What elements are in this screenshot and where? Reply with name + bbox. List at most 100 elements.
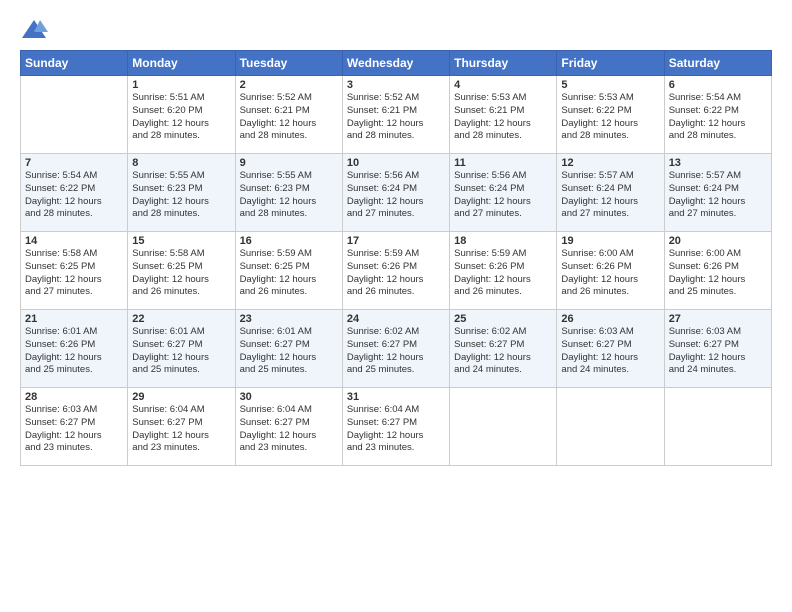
day-content: Sunrise: 6:01 AMSunset: 6:26 PMDaylight:… (25, 326, 123, 377)
header (20, 18, 772, 42)
day-number: 26 (561, 313, 659, 325)
calendar-cell: 30Sunrise: 6:04 AMSunset: 6:27 PMDayligh… (235, 388, 342, 466)
calendar-cell: 21Sunrise: 6:01 AMSunset: 6:26 PMDayligh… (21, 310, 128, 388)
day-number: 12 (561, 157, 659, 169)
day-content: Sunrise: 5:53 AMSunset: 6:22 PMDaylight:… (561, 92, 659, 143)
calendar-cell: 15Sunrise: 5:58 AMSunset: 6:25 PMDayligh… (128, 232, 235, 310)
day-content: Sunrise: 5:56 AMSunset: 6:24 PMDaylight:… (454, 170, 552, 221)
calendar-cell: 11Sunrise: 5:56 AMSunset: 6:24 PMDayligh… (450, 154, 557, 232)
logo-icon (20, 18, 48, 42)
day-content: Sunrise: 6:03 AMSunset: 6:27 PMDaylight:… (25, 404, 123, 455)
day-content: Sunrise: 5:55 AMSunset: 6:23 PMDaylight:… (240, 170, 338, 221)
calendar-cell: 23Sunrise: 6:01 AMSunset: 6:27 PMDayligh… (235, 310, 342, 388)
day-content: Sunrise: 6:03 AMSunset: 6:27 PMDaylight:… (561, 326, 659, 377)
day-content: Sunrise: 5:57 AMSunset: 6:24 PMDaylight:… (561, 170, 659, 221)
day-number: 24 (347, 313, 445, 325)
day-content: Sunrise: 6:04 AMSunset: 6:27 PMDaylight:… (240, 404, 338, 455)
calendar-cell: 4Sunrise: 5:53 AMSunset: 6:21 PMDaylight… (450, 76, 557, 154)
day-number: 14 (25, 235, 123, 247)
day-number: 3 (347, 79, 445, 91)
day-number: 10 (347, 157, 445, 169)
day-content: Sunrise: 5:53 AMSunset: 6:21 PMDaylight:… (454, 92, 552, 143)
calendar-cell: 31Sunrise: 6:04 AMSunset: 6:27 PMDayligh… (342, 388, 449, 466)
day-number: 6 (669, 79, 767, 91)
calendar-table: SundayMondayTuesdayWednesdayThursdayFrid… (20, 50, 772, 466)
day-number: 27 (669, 313, 767, 325)
calendar-cell: 25Sunrise: 6:02 AMSunset: 6:27 PMDayligh… (450, 310, 557, 388)
calendar-cell: 26Sunrise: 6:03 AMSunset: 6:27 PMDayligh… (557, 310, 664, 388)
day-content: Sunrise: 5:58 AMSunset: 6:25 PMDaylight:… (25, 248, 123, 299)
column-header-tuesday: Tuesday (235, 51, 342, 76)
page-container: SundayMondayTuesdayWednesdayThursdayFrid… (0, 0, 792, 476)
column-header-thursday: Thursday (450, 51, 557, 76)
calendar-week-2: 7Sunrise: 5:54 AMSunset: 6:22 PMDaylight… (21, 154, 772, 232)
day-number: 21 (25, 313, 123, 325)
day-content: Sunrise: 6:03 AMSunset: 6:27 PMDaylight:… (669, 326, 767, 377)
day-number: 30 (240, 391, 338, 403)
day-content: Sunrise: 6:02 AMSunset: 6:27 PMDaylight:… (454, 326, 552, 377)
day-content: Sunrise: 6:04 AMSunset: 6:27 PMDaylight:… (347, 404, 445, 455)
day-content: Sunrise: 6:02 AMSunset: 6:27 PMDaylight:… (347, 326, 445, 377)
calendar-cell: 19Sunrise: 6:00 AMSunset: 6:26 PMDayligh… (557, 232, 664, 310)
calendar-cell: 7Sunrise: 5:54 AMSunset: 6:22 PMDaylight… (21, 154, 128, 232)
day-number: 20 (669, 235, 767, 247)
day-content: Sunrise: 5:58 AMSunset: 6:25 PMDaylight:… (132, 248, 230, 299)
day-number: 17 (347, 235, 445, 247)
day-number: 18 (454, 235, 552, 247)
calendar-cell: 13Sunrise: 5:57 AMSunset: 6:24 PMDayligh… (664, 154, 771, 232)
calendar-cell: 29Sunrise: 6:04 AMSunset: 6:27 PMDayligh… (128, 388, 235, 466)
day-number: 2 (240, 79, 338, 91)
calendar-cell: 22Sunrise: 6:01 AMSunset: 6:27 PMDayligh… (128, 310, 235, 388)
day-number: 11 (454, 157, 552, 169)
calendar-cell: 3Sunrise: 5:52 AMSunset: 6:21 PMDaylight… (342, 76, 449, 154)
day-content: Sunrise: 5:56 AMSunset: 6:24 PMDaylight:… (347, 170, 445, 221)
calendar-cell (664, 388, 771, 466)
day-number: 4 (454, 79, 552, 91)
calendar-cell (450, 388, 557, 466)
day-number: 25 (454, 313, 552, 325)
day-content: Sunrise: 5:59 AMSunset: 6:26 PMDaylight:… (454, 248, 552, 299)
calendar-cell: 2Sunrise: 5:52 AMSunset: 6:21 PMDaylight… (235, 76, 342, 154)
calendar-cell: 28Sunrise: 6:03 AMSunset: 6:27 PMDayligh… (21, 388, 128, 466)
day-number: 1 (132, 79, 230, 91)
day-number: 19 (561, 235, 659, 247)
calendar-cell: 24Sunrise: 6:02 AMSunset: 6:27 PMDayligh… (342, 310, 449, 388)
calendar-cell: 12Sunrise: 5:57 AMSunset: 6:24 PMDayligh… (557, 154, 664, 232)
day-content: Sunrise: 5:54 AMSunset: 6:22 PMDaylight:… (669, 92, 767, 143)
day-number: 23 (240, 313, 338, 325)
calendar-cell (21, 76, 128, 154)
day-content: Sunrise: 5:57 AMSunset: 6:24 PMDaylight:… (669, 170, 767, 221)
column-header-wednesday: Wednesday (342, 51, 449, 76)
day-content: Sunrise: 5:52 AMSunset: 6:21 PMDaylight:… (240, 92, 338, 143)
column-header-sunday: Sunday (21, 51, 128, 76)
column-header-friday: Friday (557, 51, 664, 76)
calendar-header-row: SundayMondayTuesdayWednesdayThursdayFrid… (21, 51, 772, 76)
column-header-saturday: Saturday (664, 51, 771, 76)
calendar-cell: 5Sunrise: 5:53 AMSunset: 6:22 PMDaylight… (557, 76, 664, 154)
calendar-cell: 8Sunrise: 5:55 AMSunset: 6:23 PMDaylight… (128, 154, 235, 232)
calendar-week-5: 28Sunrise: 6:03 AMSunset: 6:27 PMDayligh… (21, 388, 772, 466)
day-number: 8 (132, 157, 230, 169)
calendar-cell: 16Sunrise: 5:59 AMSunset: 6:25 PMDayligh… (235, 232, 342, 310)
calendar-week-4: 21Sunrise: 6:01 AMSunset: 6:26 PMDayligh… (21, 310, 772, 388)
calendar-cell (557, 388, 664, 466)
calendar-cell: 20Sunrise: 6:00 AMSunset: 6:26 PMDayligh… (664, 232, 771, 310)
day-number: 13 (669, 157, 767, 169)
day-number: 29 (132, 391, 230, 403)
calendar-cell: 18Sunrise: 5:59 AMSunset: 6:26 PMDayligh… (450, 232, 557, 310)
day-content: Sunrise: 5:51 AMSunset: 6:20 PMDaylight:… (132, 92, 230, 143)
day-content: Sunrise: 6:04 AMSunset: 6:27 PMDaylight:… (132, 404, 230, 455)
day-content: Sunrise: 5:52 AMSunset: 6:21 PMDaylight:… (347, 92, 445, 143)
calendar-cell: 6Sunrise: 5:54 AMSunset: 6:22 PMDaylight… (664, 76, 771, 154)
calendar-cell: 17Sunrise: 5:59 AMSunset: 6:26 PMDayligh… (342, 232, 449, 310)
day-content: Sunrise: 6:01 AMSunset: 6:27 PMDaylight:… (132, 326, 230, 377)
calendar-cell: 1Sunrise: 5:51 AMSunset: 6:20 PMDaylight… (128, 76, 235, 154)
calendar-body: 1Sunrise: 5:51 AMSunset: 6:20 PMDaylight… (21, 76, 772, 466)
day-content: Sunrise: 5:54 AMSunset: 6:22 PMDaylight:… (25, 170, 123, 221)
logo (20, 18, 52, 42)
day-content: Sunrise: 6:00 AMSunset: 6:26 PMDaylight:… (561, 248, 659, 299)
day-number: 15 (132, 235, 230, 247)
calendar-cell: 27Sunrise: 6:03 AMSunset: 6:27 PMDayligh… (664, 310, 771, 388)
calendar-week-3: 14Sunrise: 5:58 AMSunset: 6:25 PMDayligh… (21, 232, 772, 310)
column-header-monday: Monday (128, 51, 235, 76)
